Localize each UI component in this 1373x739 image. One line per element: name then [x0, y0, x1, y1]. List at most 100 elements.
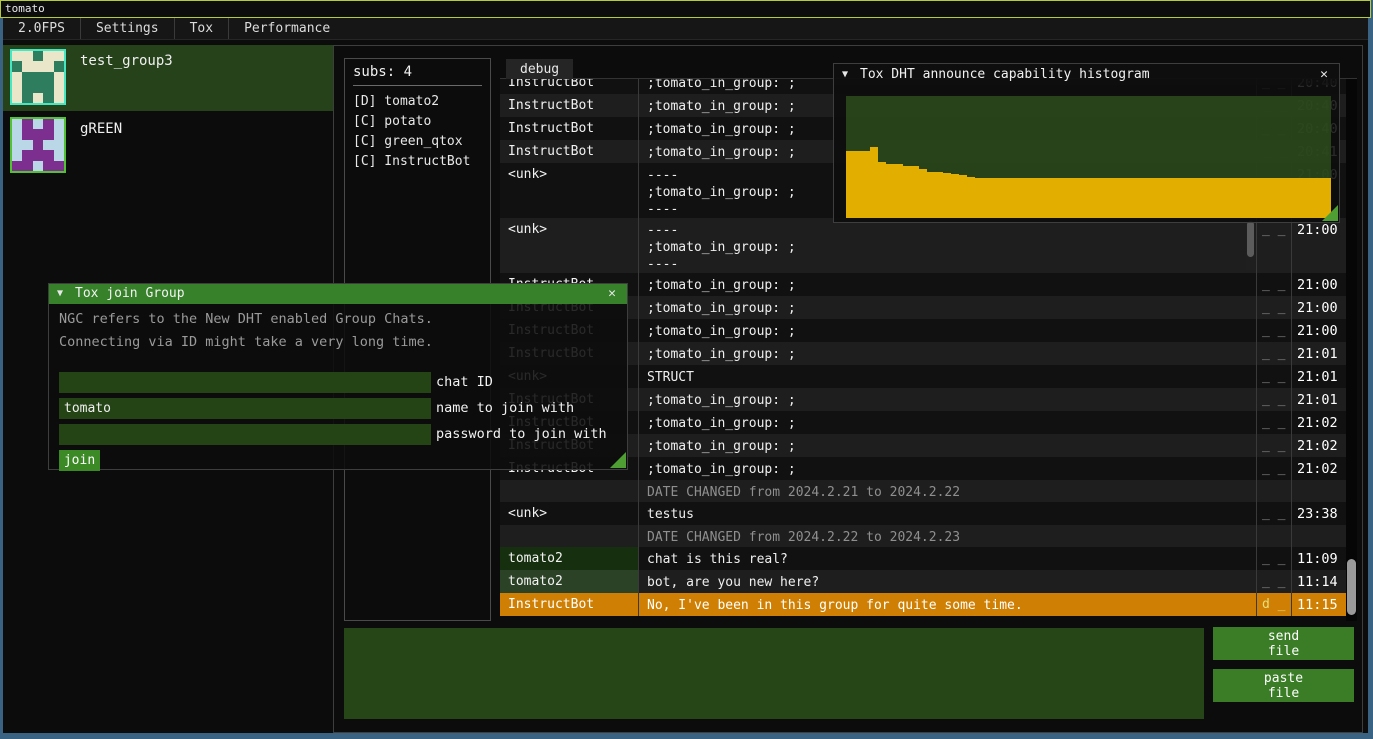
message-timestamp: 21:02: [1291, 457, 1346, 480]
message-timestamp: 21:01: [1291, 365, 1346, 388]
group-name-label: gREEN: [80, 121, 122, 170]
join-button[interactable]: join: [59, 450, 100, 471]
histogram-bar: [911, 166, 919, 218]
send-file-button[interactable]: send file: [1213, 627, 1354, 660]
histogram-bar: [1072, 178, 1080, 218]
message-input[interactable]: [344, 628, 1204, 719]
message-status: _ _: [1256, 502, 1291, 525]
menu-bar: 2.0FPSSettingsToxPerformance: [3, 18, 1368, 40]
chat-scrollbar[interactable]: [1346, 79, 1357, 621]
subs-count-label: subs: 4: [353, 64, 482, 80]
subs-member-item[interactable]: [C] potato: [353, 112, 482, 132]
message-sender: <unk>: [500, 218, 638, 273]
histogram-bar: [1266, 178, 1274, 218]
histogram-bar: [870, 147, 878, 218]
message-status: _ _: [1256, 319, 1291, 342]
avatar-cell: [22, 72, 32, 82]
avatar-cell: [22, 129, 32, 139]
histogram-bar: [999, 178, 1007, 218]
close-icon[interactable]: ✕: [1315, 64, 1333, 85]
message-timestamp: 11:15: [1291, 593, 1346, 616]
message-text: chat is this real?: [638, 547, 1256, 570]
paste-file-button[interactable]: paste file: [1213, 669, 1354, 702]
message-row: tomato2bot, are you new here?_ _11:14: [500, 570, 1346, 593]
message-timestamp: 21:00: [1291, 319, 1346, 342]
avatar-cell: [33, 72, 43, 82]
menu-item-tox[interactable]: Tox: [175, 18, 229, 39]
close-icon[interactable]: ✕: [603, 284, 621, 304]
histogram-bar: [1088, 178, 1096, 218]
histogram-bar: [903, 166, 911, 218]
group-avatar: [10, 117, 66, 173]
histogram-bar: [1290, 178, 1298, 218]
date-changed-row: DATE CHANGED from 2024.2.22 to 2024.2.23: [500, 525, 1346, 547]
name-field[interactable]: tomato: [59, 398, 431, 419]
group-item-test_group3[interactable]: test_group3: [3, 45, 333, 111]
collapse-arrow-icon[interactable]: ▼: [57, 284, 63, 304]
chat-id-field[interactable]: [59, 372, 431, 393]
message-cell-scrollbar[interactable]: [1246, 220, 1255, 270]
avatar-cell: [54, 150, 64, 160]
histogram-bar: [991, 178, 999, 218]
histogram-bar: [1129, 178, 1137, 218]
histogram-bar: [935, 172, 943, 218]
collapse-arrow-icon[interactable]: ▼: [842, 64, 848, 85]
chat-scrollbar-grab[interactable]: [1347, 559, 1356, 615]
message-text: ;tomato_in_group: ;: [638, 319, 1256, 342]
avatar-cell: [12, 140, 22, 150]
avatar-cell: [43, 150, 53, 160]
message-text: STRUCT: [638, 365, 1256, 388]
message-sender: InstructBot: [500, 593, 638, 616]
subs-member-list: [D] tomato2[C] potato[C] green_qtox[C] I…: [353, 92, 482, 172]
message-cell-scrollbar-grab[interactable]: [1247, 221, 1254, 257]
message-text: ;tomato_in_group: ;: [638, 342, 1256, 365]
message-status: d _: [1256, 593, 1291, 616]
message-text: DATE CHANGED from 2024.2.21 to 2024.2.22: [638, 480, 1256, 502]
histogram-bar: [1040, 178, 1048, 218]
histogram-bar: [1024, 178, 1032, 218]
avatar-cell: [43, 140, 53, 150]
avatar-cell: [54, 61, 64, 71]
subs-member-item[interactable]: [C] green_qtox: [353, 132, 482, 152]
message-timestamp: 21:02: [1291, 434, 1346, 457]
message-text: ---- ;tomato_in_group: ; ----: [638, 218, 1256, 273]
avatar-cell: [12, 51, 22, 61]
message-status: _ _: [1256, 218, 1291, 273]
histogram-bar: [927, 172, 935, 218]
message-status: _ _: [1256, 547, 1291, 570]
subs-member-item[interactable]: [D] tomato2: [353, 92, 482, 112]
histogram-bar: [1210, 178, 1218, 218]
message-text: No, I've been in this group for quite so…: [638, 593, 1256, 616]
message-text: ;tomato_in_group: ;: [638, 388, 1256, 411]
avatar-cell: [54, 93, 64, 103]
menu-item-settings[interactable]: Settings: [81, 18, 175, 39]
password-field[interactable]: [59, 424, 431, 445]
message-text: ;tomato_in_group: ;: [638, 434, 1256, 457]
join-group-window: ▼ Tox join Group ✕ NGC refers to the New…: [48, 283, 628, 470]
histogram-bar: [1169, 178, 1177, 218]
avatar-cell: [33, 150, 43, 160]
group-item-gREEN[interactable]: gREEN: [3, 113, 333, 170]
histogram-bar: [1201, 178, 1209, 218]
tab-debug[interactable]: debug: [506, 59, 573, 80]
message-row: InstructBotNo, I've been in this group f…: [500, 593, 1346, 616]
subs-member-item[interactable]: [C] InstructBot: [353, 152, 482, 172]
avatar-cell: [22, 82, 32, 92]
avatar-cell: [12, 129, 22, 139]
resize-grip[interactable]: [610, 452, 626, 468]
message-status: _ _: [1256, 388, 1291, 411]
histogram-bar: [919, 169, 927, 218]
histogram-bar: [1105, 178, 1113, 218]
avatar-cell: [22, 140, 32, 150]
date-changed-row: DATE CHANGED from 2024.2.21 to 2024.2.22: [500, 480, 1346, 502]
message-status: _ _: [1256, 342, 1291, 365]
histogram-bar: [1193, 178, 1201, 218]
message-row: <unk>---- ;tomato_in_group: ; ----_ _21:…: [500, 218, 1346, 273]
avatar-cell: [22, 119, 32, 129]
avatar-cell: [33, 119, 43, 129]
menu-item-performance[interactable]: Performance: [229, 18, 345, 39]
histogram-bar: [1016, 178, 1024, 218]
join-group-titlebar: ▼ Tox join Group ✕: [49, 284, 627, 304]
avatar-cell: [43, 72, 53, 82]
resize-grip[interactable]: [1322, 205, 1338, 221]
